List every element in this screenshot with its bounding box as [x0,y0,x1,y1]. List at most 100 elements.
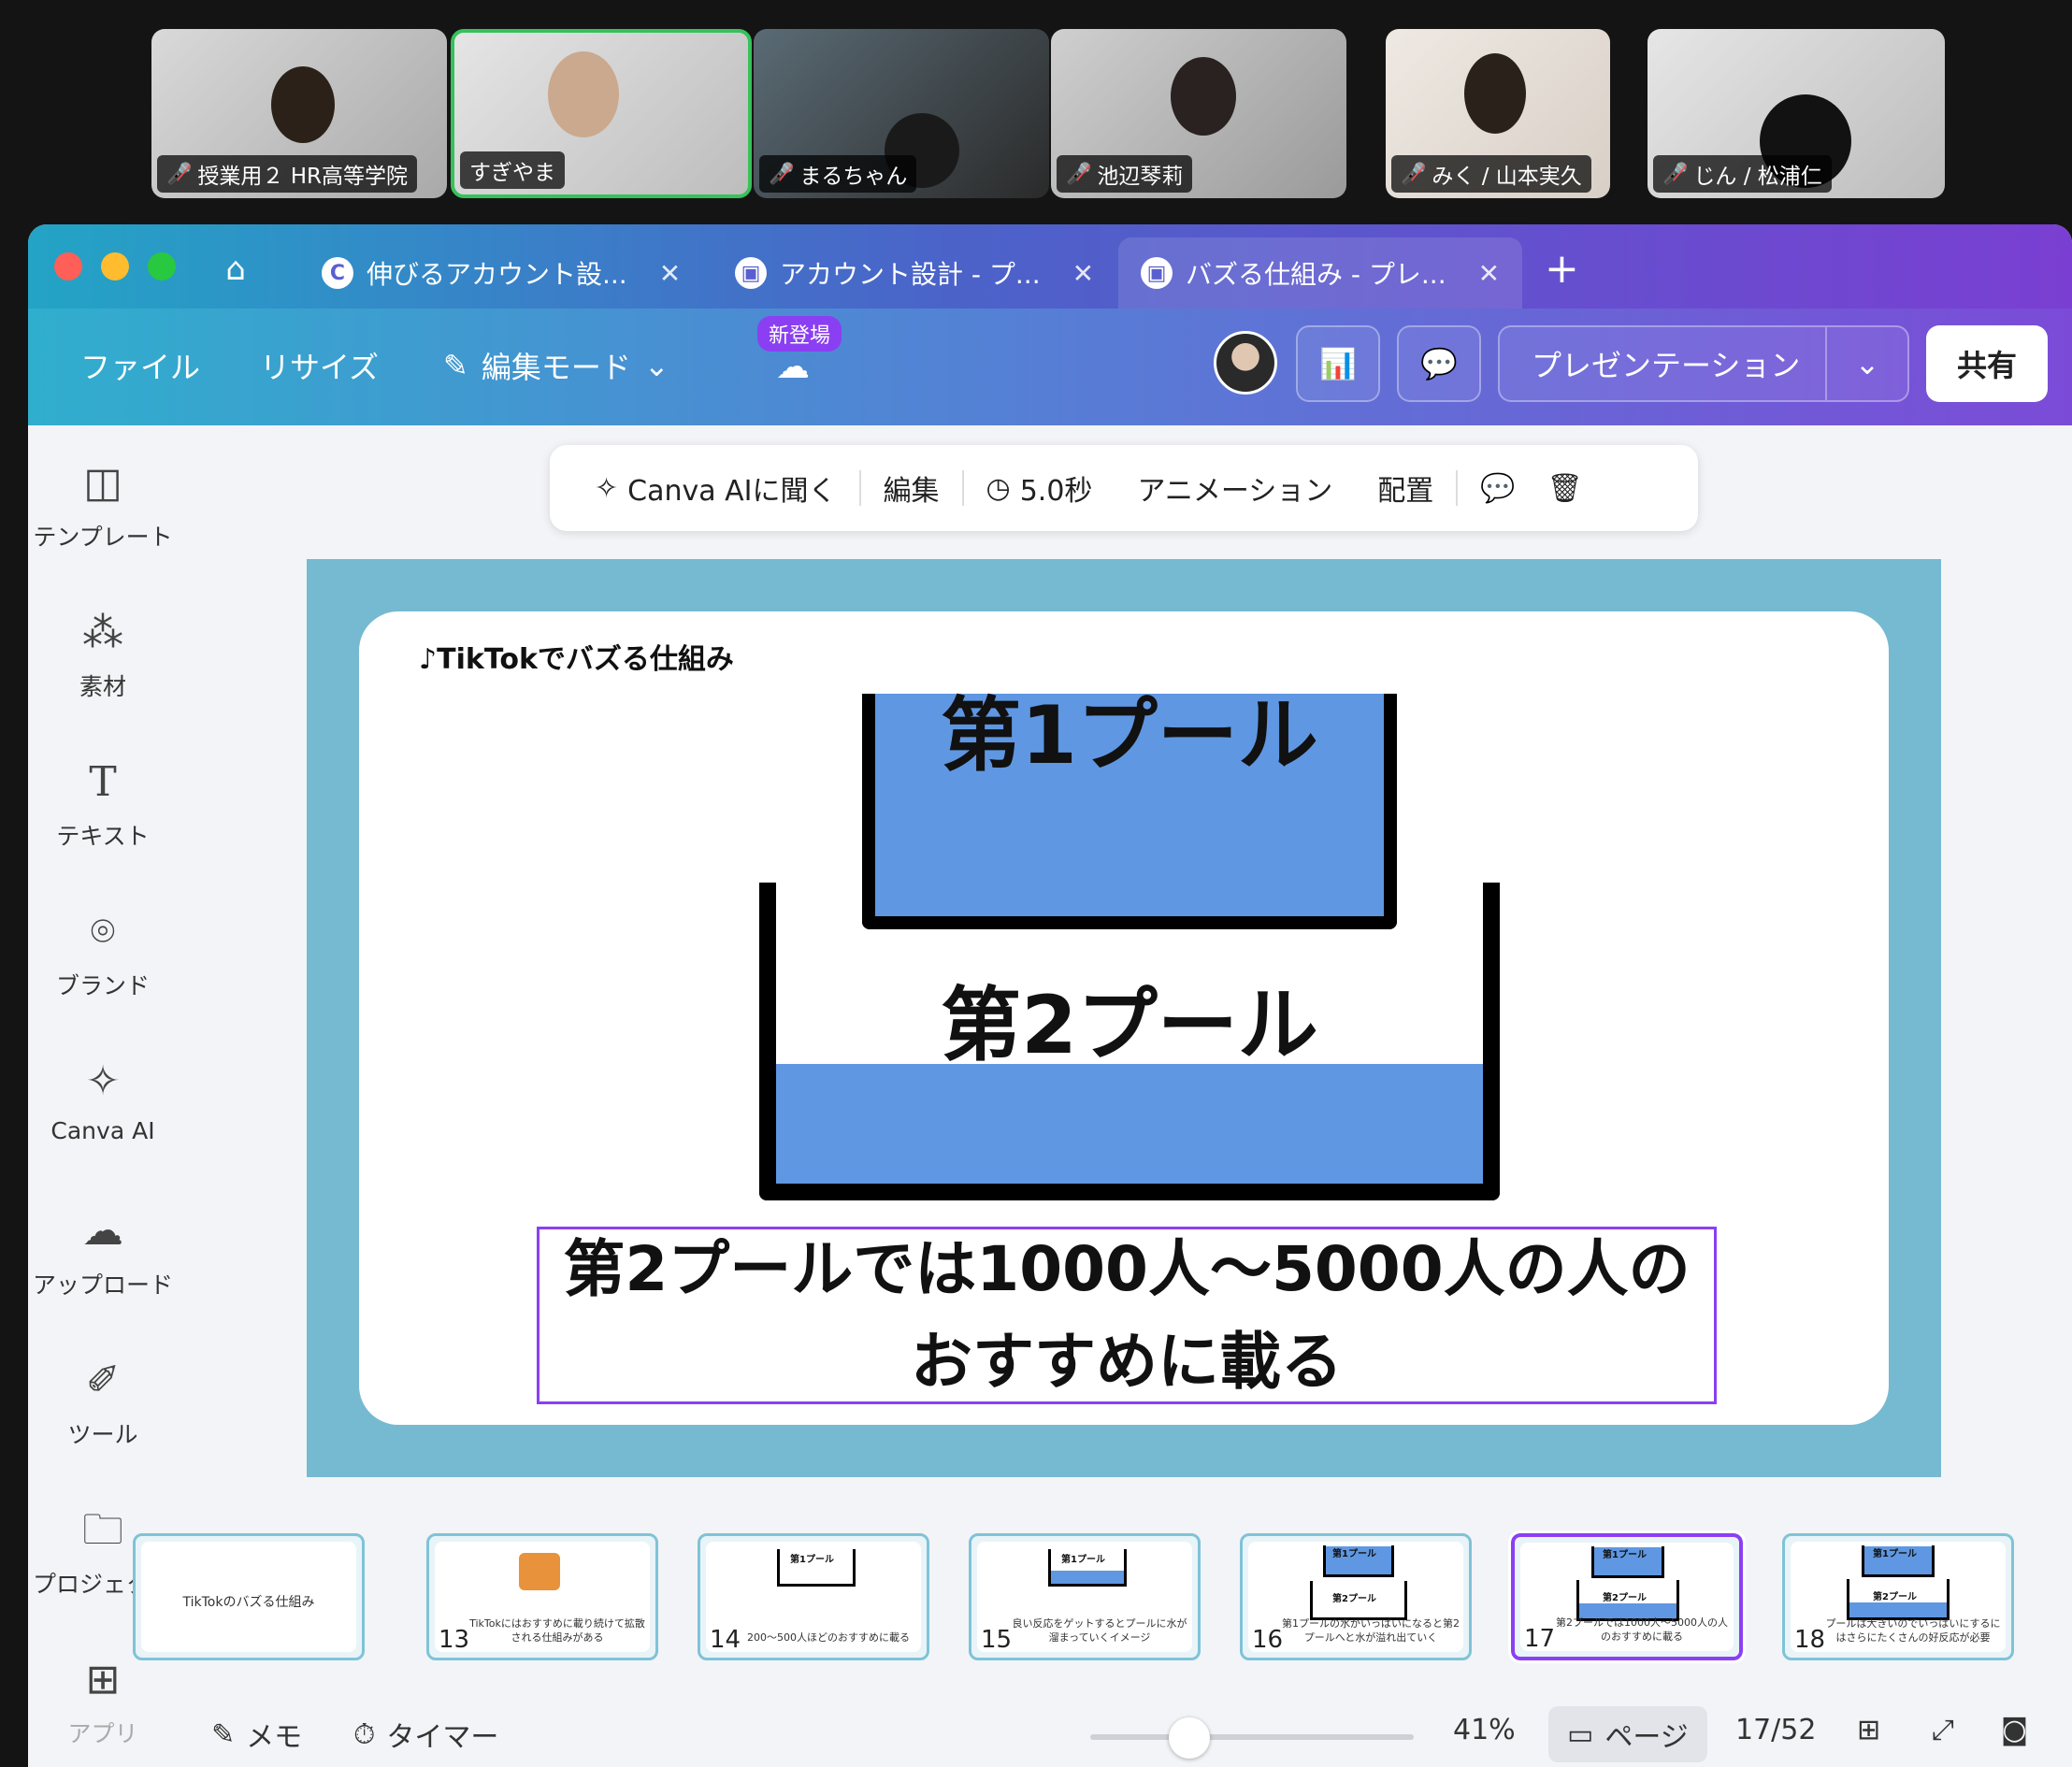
participant-tile-active[interactable]: すぎやま [451,29,752,198]
chevron-down-icon[interactable]: ⌄ [1825,327,1907,400]
tab-account-design[interactable]: ▣ アカウント設計 - プ... ✕ [712,237,1116,309]
file-menu[interactable]: ファイル [80,344,200,387]
mic-muted-icon: 🎤̸ [1662,162,1689,186]
duration-button[interactable]: ◷ 5.0秒 [964,467,1115,509]
ask-canva-ai-button[interactable]: ✧ Canva AIに聞く [572,467,859,509]
sidebar-item-elements[interactable]: ⁂ 素材 [28,607,178,702]
comment-icon: 💬 [1420,346,1458,381]
participant-video [271,66,335,143]
pool-2-water [776,1064,1483,1184]
comment-plus-icon: 💬 [1480,471,1516,505]
pencil-icon: ✎ [443,348,468,383]
participant-tile[interactable]: 🎤̸ まるちゃん [754,29,1049,198]
page-thumbnail-current[interactable]: 第1プール 第2プール 第2プールでは1000人〜5000人の人のおすすめに載る… [1508,1530,1746,1663]
canva-ai-icon: ✧ [595,471,619,505]
pages-icon: ▭ [1567,1717,1594,1751]
pool-1-label[interactable]: 第1プール [862,669,1397,786]
close-icon[interactable]: ✕ [659,258,681,289]
participant-video [1464,53,1526,134]
template-icon: ◫ [83,459,122,507]
canva-window: ⌂ C 伸びるアカウント設... ✕ ▣ アカウント設計 - プ... ✕ ▣ … [28,224,2072,1767]
participant-video [548,51,619,137]
participant-tile[interactable]: 🎤̸ 池辺琴莉 [1051,29,1346,198]
participant-name: 授業用２ HR高等学院 [197,165,408,189]
participant-name: じん / 松浦仁 [1693,165,1822,189]
participant-name: まるちゃん [799,165,908,189]
animation-button[interactable]: アニメーション [1115,467,1355,509]
notes-icon: ✎ [211,1717,236,1751]
trash-icon: 🗑 [1547,471,1583,505]
clock-icon: ◷ [986,471,1011,505]
zoom-slider[interactable] [1090,1734,1414,1740]
element-context-toolbar: ✧ Canva AIに聞く 編集 ◷ 5.0秒 アニメーション 配置 💬 🗑 [550,445,1698,531]
share-button[interactable]: 共有 [1926,325,2048,402]
caption-line: おすすめに載る [911,1326,1343,1398]
sidebar-item-brand[interactable]: ⌾ ブランド [28,906,178,1001]
pages-button[interactable]: ▭ ページ [1548,1706,1707,1762]
pool-2-label[interactable]: 第2プール [759,959,1500,1076]
add-comment-button[interactable]: 💬 [1458,472,1537,505]
presentation-icon: ▣ [735,257,767,289]
slide-title[interactable]: ♪TikTokでバズる仕組み [419,636,734,677]
tab-label: バズる仕組み - プレ... [1186,259,1446,290]
minimize-window-button[interactable] [101,252,129,280]
caption-line: 第2プールでは1000人〜5000人の人の [563,1233,1691,1305]
sidebar-item-templates[interactable]: ◫ テンプレート [28,457,178,553]
tab-buzz-mechanism[interactable]: ▣ バズる仕組み - プレ... ✕ [1118,237,1523,309]
tab-account-growth[interactable]: C 伸びるアカウント設... ✕ [299,237,703,309]
slide-canvas[interactable]: ♪TikTokでバズる仕組み 第1プール 第2プール 第2プールでは1000人〜… [307,559,1941,1477]
sidebar-item-canva-ai[interactable]: ✧ Canva AI [28,1056,178,1144]
canva-ai-icon: ✧ [85,1057,121,1105]
delete-button[interactable]: 🗑 [1538,472,1592,505]
grid-view-icon[interactable]: ⊞ [1857,1714,1880,1746]
new-badge: 新登場 [757,316,842,352]
close-icon[interactable]: ✕ [1072,258,1094,289]
page-thumbnail[interactable]: TikTokにはおすすめに載り続けて拡散される仕組みがある 13 [426,1533,658,1660]
zoom-slider-handle[interactable] [1169,1717,1211,1759]
caption-textbox-selected[interactable]: 第2プールでは1000人〜5000人の人の おすすめに載る [537,1227,1717,1404]
sidebar-item-text[interactable]: T テキスト [28,756,178,852]
mic-muted-icon: 🎤̸ [1401,162,1427,186]
participant-name: 池辺琴莉 [1097,165,1184,189]
mic-muted-icon: 🎤̸ [166,162,193,186]
fullscreen-icon[interactable]: ⤢ [1932,1714,1954,1746]
maximize-window-button[interactable] [148,252,176,280]
page-thumbnail[interactable]: 第1プール 良い反応をゲットするとプールに水が溜まっていくイメージ 15 [969,1533,1201,1660]
edit-mode-menu[interactable]: ✎ 編集モード ⌄ [443,344,669,387]
browser-titlebar: ⌂ C 伸びるアカウント設... ✕ ▣ アカウント設計 - プ... ✕ ▣ … [28,224,2072,309]
illustration-icon [519,1553,560,1590]
page-thumbnail[interactable]: 第1プール 200〜500人ほどのおすすめに載る 14 [698,1533,929,1660]
tools-icon: ✐ [85,1357,121,1404]
edit-button[interactable]: 編集 [861,467,962,509]
participant-video [1171,57,1236,136]
participant-tile[interactable]: 🎤̸ みく / 山本実久 [1386,29,1610,198]
cloud-saved-icon[interactable]: ☁ [776,348,810,386]
page-thumbnail[interactable]: 第1プール 第2プール 第1プールの水がいっぱいになると第2プールへと水が溢れ出… [1240,1533,1472,1660]
sidebar-item-tools[interactable]: ✐ ツール [28,1355,178,1450]
comments-button[interactable]: 💬 [1397,325,1481,402]
zoom-level[interactable]: 41% [1453,1714,1516,1746]
participant-name: すぎやま [469,161,555,185]
insights-button[interactable]: 📊 [1296,325,1380,402]
close-window-button[interactable] [54,252,82,280]
timer-button[interactable]: ⏱ タイマー [353,1714,498,1755]
editor-footer: ✎ メモ ⏱ タイマー 41% ▭ ページ 17/52 ⊞ ⤢ ◙ [28,1706,2072,1767]
avatar[interactable] [1214,331,1277,395]
slide-content: ♪TikTokでバズる仕組み 第1プール 第2プール 第2プールでは1000人〜… [359,611,1889,1425]
resize-menu[interactable]: リサイズ [260,344,379,387]
participant-tile[interactable]: 🎤̸ じん / 松浦仁 [1648,29,1945,198]
page-thumbnail[interactable]: 第1プール 第2プール プールは大きいのでいっぱいにするにはさらにたくさんの好反… [1782,1533,2014,1660]
new-tab-plus-icon[interactable]: + [1545,245,1579,293]
present-button[interactable]: プレゼンテーション ⌄ [1498,325,1909,402]
page-count: 17/52 [1735,1714,1817,1746]
close-icon[interactable]: ✕ [1478,258,1500,289]
arrange-button[interactable]: 配置 [1355,467,1456,509]
page-thumbnail[interactable]: TikTokのバズる仕組み [133,1533,365,1660]
participant-tile[interactable]: 🎤̸ 授業用２ HR高等学院 [151,29,447,198]
home-icon[interactable]: ⌂ [215,249,256,290]
assistant-icon[interactable]: ◙ [2001,1714,2028,1746]
sidebar-item-uploads[interactable]: ☁ アップロード [28,1205,178,1300]
notes-button[interactable]: ✎ メモ [211,1714,302,1755]
chevron-down-icon: ⌄ [643,348,669,383]
mic-muted-icon: 🎤̸ [1066,162,1092,186]
